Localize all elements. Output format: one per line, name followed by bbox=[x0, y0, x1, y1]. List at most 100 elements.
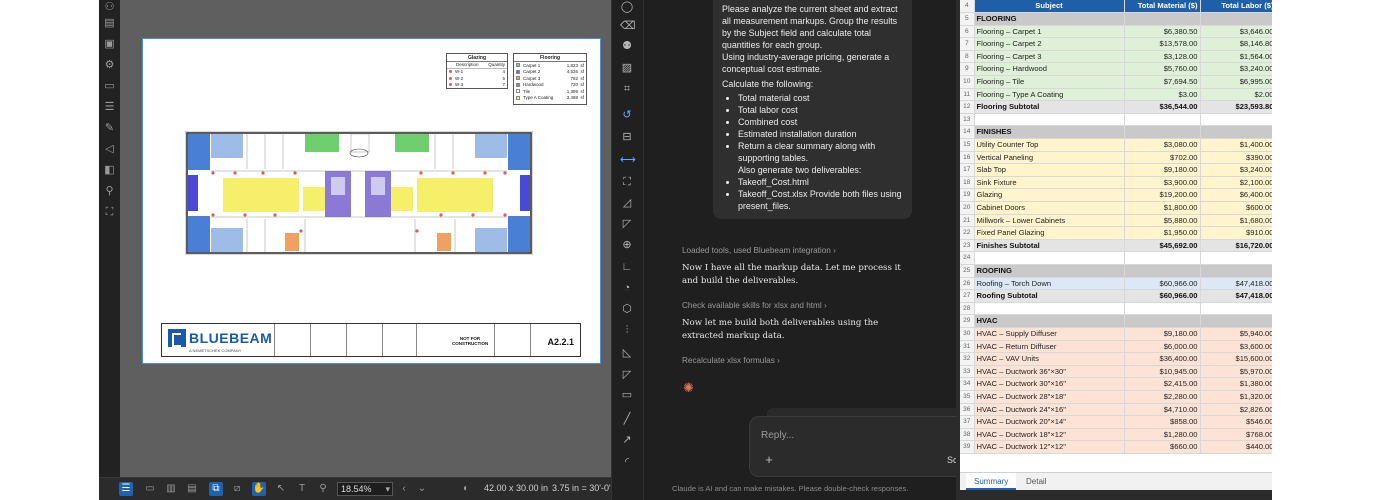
material-cell[interactable] bbox=[1124, 302, 1201, 316]
material-cell[interactable]: $2,280.00 bbox=[1124, 390, 1201, 404]
labor-cell[interactable]: $440.00 bbox=[1200, 440, 1272, 454]
arc-icon[interactable]: ◜ bbox=[620, 455, 634, 469]
subject-cell[interactable]: Flooring – Carpet 2 bbox=[974, 37, 1125, 51]
material-cell[interactable]: $660.00 bbox=[1124, 440, 1201, 454]
drawing-canvas[interactable]: Glazing Description Quantity W-1 4 W-2 5 W-3… bbox=[120, 0, 611, 477]
subject-cell[interactable]: HVAC – Ductwork 18"×12" bbox=[974, 428, 1125, 442]
subject-cell[interactable]: Flooring – Type A Coating bbox=[974, 88, 1125, 102]
subtotal-row[interactable]: 27 Roofing Subtotal $60,966.00 $47,418.00 bbox=[960, 289, 1272, 303]
table-row[interactable]: 10 Flooring – Tile $7,694.50 $6,995.00 bbox=[960, 75, 1272, 89]
header-labor[interactable]: Total Labor ($) bbox=[1200, 0, 1272, 14]
zoom-icon[interactable]: ⚲ bbox=[316, 482, 330, 496]
row-number[interactable]: 35 bbox=[960, 390, 975, 404]
labor-cell[interactable] bbox=[1200, 12, 1272, 26]
material-cell[interactable]: $4,710.00 bbox=[1124, 403, 1201, 417]
calibrate-icon[interactable]: ◸ bbox=[620, 368, 634, 382]
labor-cell[interactable]: $5,940.00 bbox=[1200, 327, 1272, 341]
continuous-icon[interactable]: ▤ bbox=[185, 482, 199, 496]
table-row[interactable]: 24 bbox=[960, 251, 1272, 265]
material-cell[interactable] bbox=[1124, 113, 1201, 127]
crop-icon[interactable]: ⌗ bbox=[620, 82, 634, 96]
material-cell[interactable]: $45,692.00 bbox=[1124, 239, 1201, 253]
subtotal-row[interactable]: 23 Finishes Subtotal $45,692.00 $16,720.00 bbox=[960, 239, 1272, 253]
markups-icon[interactable]: ▤ bbox=[102, 16, 117, 31]
tag-icon[interactable]: ◁ bbox=[102, 142, 117, 157]
subtotal-row[interactable]: 12 Flooring Subtotal $36,544.00 $23,593.80 bbox=[960, 100, 1272, 114]
tool-use-bluebeam[interactable]: Loaded tools, used Bluebeam integration … bbox=[682, 246, 836, 255]
material-cell[interactable]: $858.00 bbox=[1124, 415, 1201, 429]
display-mode-icon[interactable]: ◐ bbox=[459, 482, 473, 496]
labor-cell[interactable] bbox=[1200, 264, 1272, 278]
list-view-icon[interactable]: ☰ bbox=[119, 482, 133, 496]
material-cell[interactable]: $13,578.00 bbox=[1124, 37, 1201, 51]
table-row[interactable]: 38 HVAC – Ductwork 18"×12" $1,280.00 $768.0… bbox=[960, 428, 1272, 442]
highlight-icon[interactable]: ⌫ bbox=[620, 19, 636, 33]
table-row[interactable]: 33 HVAC – Ductwork 36"×30" $10,945.00 $5,97… bbox=[960, 365, 1272, 379]
labor-cell[interactable]: $768.00 bbox=[1200, 428, 1272, 442]
row-number[interactable]: 23 bbox=[960, 239, 975, 253]
row-number[interactable]: 32 bbox=[960, 352, 975, 366]
row-number[interactable]: 13 bbox=[960, 113, 975, 127]
volume-icon[interactable]: ⬡ bbox=[620, 302, 634, 316]
labor-cell[interactable]: $5,970.00 bbox=[1200, 365, 1272, 379]
header-material[interactable]: Total Material ($) bbox=[1124, 0, 1201, 14]
material-cell[interactable] bbox=[1124, 125, 1201, 140]
split-icon[interactable]: ⧄ bbox=[230, 482, 244, 496]
subject-cell[interactable]: HVAC – Ductwork 36"×30" bbox=[974, 365, 1125, 379]
subject-cell[interactable]: HVAC – Ductwork 30"×16" bbox=[974, 377, 1125, 391]
table-row[interactable]: 19 Glazing $19,200.00 $6,400.00 bbox=[960, 188, 1272, 202]
subject-cell[interactable]: HVAC bbox=[974, 314, 1125, 328]
subject-cell[interactable]: HVAC – Ductwork 12"×12" bbox=[974, 440, 1125, 454]
labor-cell[interactable]: $546.00 bbox=[1200, 415, 1272, 429]
table-row[interactable]: 32 HVAC – VAV Units $36,400.00 $15,600.00 bbox=[960, 352, 1272, 366]
spreadsheet-grid[interactable]: 4 Subject Total Material ($) Total Labor ($… bbox=[960, 0, 1272, 472]
material-cell[interactable]: $36,544.00 bbox=[1124, 100, 1201, 114]
labor-cell[interactable]: $47,418.00 bbox=[1200, 277, 1272, 291]
table-row[interactable]: 20 Cabinet Doors $1,800.00 $600.00 bbox=[960, 201, 1272, 215]
subject-cell[interactable]: Vertical Paneling bbox=[974, 151, 1125, 165]
properties-icon[interactable]: ☰ bbox=[102, 100, 117, 115]
labor-cell[interactable]: $600.00 bbox=[1200, 201, 1272, 215]
gear-icon[interactable]: ⚙ bbox=[102, 58, 117, 73]
material-cell[interactable]: $1,280.00 bbox=[1124, 428, 1201, 442]
row-number[interactable]: 9 bbox=[960, 62, 975, 77]
labor-cell[interactable]: $23,593.80 bbox=[1200, 100, 1272, 114]
subject-cell[interactable] bbox=[974, 302, 1125, 316]
cloud-icon[interactable]: ◯ bbox=[620, 0, 634, 14]
section-row[interactable]: 29 HVAC bbox=[960, 314, 1272, 328]
subject-cell[interactable]: Finishes Subtotal bbox=[974, 239, 1125, 253]
search-icon[interactable]: ⚲ bbox=[102, 184, 117, 199]
table-row[interactable]: 18 Sink Fixture $3,900.00 $2,100.00 bbox=[960, 176, 1272, 190]
labor-cell[interactable]: $6,400.00 bbox=[1200, 188, 1272, 202]
subject-cell[interactable]: Flooring – Carpet 3 bbox=[974, 50, 1125, 64]
subject-cell[interactable]: Slab Top bbox=[974, 163, 1125, 177]
section-row[interactable]: 14 FINISHES bbox=[960, 125, 1272, 140]
add-attachment-button[interactable]: + bbox=[762, 453, 776, 467]
labor-cell[interactable]: $1,380.00 bbox=[1200, 377, 1272, 391]
arrow-icon[interactable]: ↗ bbox=[620, 433, 634, 447]
labor-cell[interactable]: $8,146.80 bbox=[1200, 37, 1272, 51]
labor-cell[interactable]: $2,826.00 bbox=[1200, 403, 1272, 417]
material-cell[interactable]: $1,950.00 bbox=[1124, 226, 1201, 240]
header-subject[interactable]: Subject bbox=[974, 0, 1125, 14]
material-cell[interactable]: $7,694.50 bbox=[1124, 75, 1201, 89]
header-row[interactable]: 4 Subject Total Material ($) Total Labor ($… bbox=[960, 0, 1272, 14]
material-cell[interactable] bbox=[1124, 314, 1201, 328]
material-cell[interactable]: $9,180.00 bbox=[1124, 327, 1201, 341]
table-row[interactable]: 8 Flooring – Carpet 3 $3,128.00 $1,564.00 bbox=[960, 50, 1272, 64]
row-number[interactable]: 14 bbox=[960, 125, 975, 140]
subject-cell[interactable]: Flooring Subtotal bbox=[974, 100, 1125, 114]
row-number[interactable]: 39 bbox=[960, 440, 975, 454]
material-cell[interactable]: $6,380.50 bbox=[1124, 25, 1201, 39]
row-number[interactable]: 36 bbox=[960, 403, 975, 417]
row-number[interactable]: 19 bbox=[960, 188, 975, 202]
row-number[interactable]: 20 bbox=[960, 201, 975, 215]
table-row[interactable]: 11 Flooring – Type A Coating $3.00 $2.00 bbox=[960, 88, 1272, 102]
labor-cell[interactable] bbox=[1200, 302, 1272, 316]
subject-cell[interactable]: HVAC – Supply Diffuser bbox=[974, 327, 1125, 341]
labor-cell[interactable]: $2,100.00 bbox=[1200, 176, 1272, 190]
pan-hand-icon[interactable]: ✋ bbox=[252, 482, 266, 496]
align-icon[interactable]: ⊟ bbox=[620, 130, 634, 144]
table-row[interactable]: 28 bbox=[960, 302, 1272, 316]
cutout-icon[interactable]: ◺ bbox=[620, 346, 634, 360]
